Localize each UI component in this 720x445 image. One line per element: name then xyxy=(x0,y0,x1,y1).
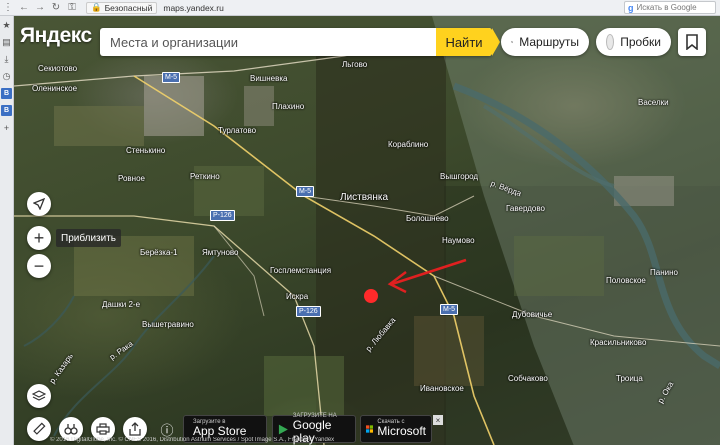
place-label: Вишневка xyxy=(250,74,288,83)
place-label: Васелки xyxy=(638,98,669,107)
place-label: Листвянка xyxy=(340,192,389,203)
place-label: Реткино xyxy=(190,172,220,181)
place-label: Стенькино xyxy=(126,146,166,155)
info-icon: ⓘ xyxy=(160,422,174,438)
download-icon[interactable]: ⤓ xyxy=(1,54,12,65)
place-label: Ямтуново xyxy=(202,248,239,257)
browser-search-field[interactable]: g Искать в Google xyxy=(624,1,716,14)
plus-icon: + xyxy=(33,228,45,248)
grid-icon[interactable]: ⋮ xyxy=(0,1,16,15)
place-label: Троица xyxy=(616,374,643,383)
place-label: Вышетравино xyxy=(142,320,194,329)
place-label: Оленинское xyxy=(32,84,78,93)
star-icon[interactable]: ★ xyxy=(1,20,12,31)
vk-icon-2[interactable]: B xyxy=(1,105,12,116)
map-copyright: © 2016 DigitalGlobe, Inc. © CNES 2016, D… xyxy=(50,437,335,443)
notes-icon[interactable]: ▤ xyxy=(1,37,12,48)
place-label: Госплемстанция xyxy=(270,266,332,275)
place-label: Болошнево xyxy=(406,214,449,223)
place-label: Ровное xyxy=(118,174,145,183)
vk-icon[interactable]: B xyxy=(1,88,12,99)
traffic-button[interactable]: Пробки xyxy=(596,28,671,56)
place-label: Наумово xyxy=(442,236,475,245)
road-shield: М-5 xyxy=(162,72,181,83)
secure-label: Безопасный xyxy=(104,2,153,13)
browser-sidebar: ★ ▤ ⤓ ◷ B B + xyxy=(0,16,14,445)
place-label: Турлатово xyxy=(218,126,257,135)
place-label: Гавердово xyxy=(506,204,545,213)
share-icon xyxy=(129,422,141,436)
layers-button[interactable] xyxy=(27,384,51,408)
place-label: Вышгород xyxy=(440,172,479,181)
add-panel-icon[interactable]: + xyxy=(1,122,12,133)
location-marker[interactable] xyxy=(364,289,378,303)
lock-icon: 🔒 xyxy=(91,2,102,12)
back-icon[interactable]: ← xyxy=(16,1,32,15)
address-bar-url[interactable]: maps.yandex.ru xyxy=(163,3,223,13)
zoom-tooltip: Приблизить xyxy=(56,229,121,247)
search-bar: Найти xyxy=(100,28,500,56)
google-play-icon xyxy=(278,424,288,434)
forward-icon[interactable]: → xyxy=(32,1,48,15)
binoculars-icon xyxy=(64,424,78,435)
windows-icon xyxy=(366,425,374,433)
yandex-logo[interactable]: Яндекс xyxy=(20,24,92,48)
place-label: Кораблино xyxy=(388,140,429,149)
place-label: Плахино xyxy=(272,102,305,111)
road-shield: Р-126 xyxy=(210,210,235,221)
browser-search-placeholder: Искать в Google xyxy=(636,3,697,12)
close-badges-icon[interactable]: × xyxy=(433,415,443,425)
road-shield: Р-126 xyxy=(296,306,321,317)
place-label: Берёзка-1 xyxy=(140,248,178,257)
place-label: Дубовичье xyxy=(512,310,553,319)
find-button[interactable]: Найти xyxy=(436,28,500,56)
layers-icon xyxy=(32,390,46,401)
place-label: Красильниково xyxy=(590,338,647,347)
search-input[interactable] xyxy=(100,28,436,56)
location-arrow-icon xyxy=(33,198,45,210)
place-label: Искра xyxy=(286,292,309,301)
place-label: Ивановское xyxy=(420,384,464,393)
routes-button[interactable]: Маршруты xyxy=(501,28,589,56)
road-shield: М-5 xyxy=(296,186,315,197)
zoom-in-button[interactable]: + xyxy=(27,226,51,250)
place-label: Половское xyxy=(606,276,646,285)
secure-badge[interactable]: 🔒 Безопасный xyxy=(86,1,158,14)
zoom-out-button[interactable]: − xyxy=(27,254,51,278)
place-label: Собчаково xyxy=(508,374,548,383)
google-icon: g xyxy=(628,2,634,13)
traffic-label: Пробки xyxy=(620,35,661,49)
ruler-icon xyxy=(33,422,46,435)
minus-icon: − xyxy=(33,256,45,276)
browser-toolbar: ⋮ ← → ↻ ⚿ 🔒 Безопасный maps.yandex.ru g … xyxy=(0,0,720,16)
geolocation-button[interactable] xyxy=(27,192,51,216)
reload-icon[interactable]: ↻ xyxy=(48,1,64,15)
bookmark-button[interactable] xyxy=(678,28,706,56)
traffic-light-icon xyxy=(606,34,615,50)
printer-icon xyxy=(96,423,110,435)
place-label: Льгово xyxy=(342,60,368,69)
route-icon xyxy=(511,41,514,43)
bookmark-icon xyxy=(686,34,698,50)
history-icon[interactable]: ◷ xyxy=(1,71,12,82)
routes-label: Маршруты xyxy=(519,35,579,49)
key-icon[interactable]: ⚿ xyxy=(64,1,80,15)
road-shield: М-5 xyxy=(440,304,459,315)
place-label: Панино xyxy=(650,268,678,277)
place-label: Секиотово xyxy=(38,64,78,73)
place-label: Дашки 2-е xyxy=(102,300,141,309)
